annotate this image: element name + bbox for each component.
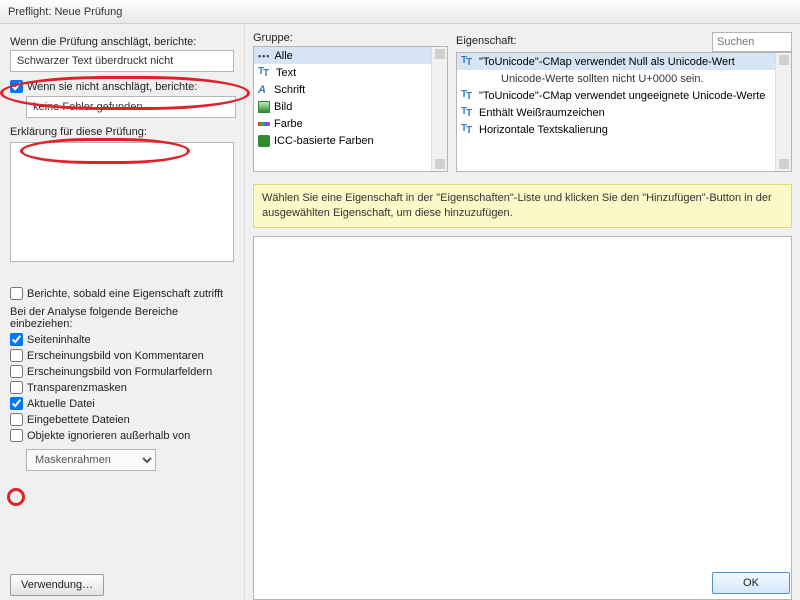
label-analyze: Bei der Analyse folgende Bereiche einbez… <box>10 306 234 330</box>
all-icon: ••• <box>258 51 270 61</box>
transparency-label: Transparenzmasken <box>27 382 127 394</box>
comments-row[interactable]: Erscheinungsbild von Kommentaren <box>10 349 234 362</box>
list-item[interactable]: "ToUnicode"-CMap verwendet Null als Unic… <box>457 53 791 70</box>
nothit-message-input[interactable] <box>26 96 236 118</box>
left-pane: Wenn die Prüfung anschlägt, berichte: We… <box>0 24 245 600</box>
list-item-label: Farbe <box>274 118 303 130</box>
explain-textarea[interactable] <box>10 142 234 262</box>
list-item-label: Horizontale Textskalierung <box>479 124 608 136</box>
report-any-checkbox[interactable] <box>10 287 23 300</box>
list-item[interactable]: Horizontale Textskalierung <box>457 121 791 138</box>
list-item-label: ICC-basierte Farben <box>274 135 374 147</box>
color-icon <box>258 118 270 130</box>
list-item[interactable]: "ToUnicode"-CMap verwendet ungeeignete U… <box>457 87 791 104</box>
transparency-row[interactable]: Transparenzmasken <box>10 381 234 394</box>
tt-icon <box>461 56 475 68</box>
group-list[interactable]: ••• Alle Text A Schrift Bild Farbe ICC-bas… <box>253 46 448 172</box>
embedded-checkbox[interactable] <box>10 413 23 426</box>
comments-checkbox[interactable] <box>10 349 23 362</box>
property-panel: Eigenschaft: "ToUnicode"-CMap verwendet … <box>456 32 800 172</box>
icc-icon <box>258 135 270 147</box>
list-item-label: "ToUnicode"-CMap verwendet Null als Unic… <box>479 56 735 68</box>
property-label: Eigenschaft: <box>456 35 517 47</box>
list-item-label: Bild <box>274 101 292 113</box>
list-item[interactable]: A Schrift <box>254 81 447 98</box>
font-icon: A <box>258 84 270 96</box>
ignore-label: Objekte ignorieren außerhalb von <box>27 430 190 442</box>
property-list[interactable]: "ToUnicode"-CMap verwendet Null als Unic… <box>456 52 792 172</box>
ignore-checkbox[interactable] <box>10 429 23 442</box>
search-input[interactable] <box>712 32 792 52</box>
scrollbar[interactable] <box>431 47 447 171</box>
formfields-row[interactable]: Erscheinungsbild von Formularfeldern <box>10 365 234 378</box>
annotation-circle-3 <box>7 488 25 506</box>
pagecontent-label: Seiteninhalte <box>27 334 91 346</box>
embedded-row[interactable]: Eingebettete Dateien <box>10 413 234 426</box>
list-item-label: Unicode-Werte sollten nicht U+0000 sein. <box>501 73 704 85</box>
right-pane: Gruppe: ••• Alle Text A Schrift Bild Farbe… <box>245 24 800 600</box>
tt-icon <box>461 107 475 119</box>
label-explain: Erklärung für diese Prüfung: <box>10 126 234 138</box>
list-item-label: Text <box>276 67 296 79</box>
footer: OK <box>0 566 800 600</box>
ok-button[interactable]: OK <box>712 572 790 594</box>
list-item-label: "ToUnicode"-CMap verwendet ungeeignete U… <box>479 90 765 102</box>
pagecontent-checkbox[interactable] <box>10 333 23 346</box>
pagecontent-row[interactable]: Seiteninhalte <box>10 333 234 346</box>
tt-icon <box>461 124 475 136</box>
scrollbar[interactable] <box>775 53 791 171</box>
list-item[interactable]: Bild <box>254 98 447 115</box>
list-item[interactable]: Farbe <box>254 115 447 132</box>
report-any-label: Berichte, sobald eine Eigenschaft zutrif… <box>27 288 223 300</box>
tt-icon <box>461 90 475 102</box>
image-icon <box>258 101 270 113</box>
list-item[interactable]: Text <box>254 64 447 81</box>
currentfile-checkbox[interactable] <box>10 397 23 410</box>
embedded-label: Eingebettete Dateien <box>27 414 130 426</box>
ignore-row[interactable]: Objekte ignorieren außerhalb von <box>10 429 234 442</box>
list-item[interactable]: ••• Alle <box>254 47 447 64</box>
group-panel: Gruppe: ••• Alle Text A Schrift Bild Farbe… <box>253 32 448 172</box>
list-item-label: Enthält Weißraumzeichen <box>479 107 605 119</box>
properties-area <box>253 236 792 600</box>
nothit-checkbox-row[interactable]: Wenn sie nicht anschlägt, berichte: <box>10 80 234 93</box>
list-item[interactable]: Enthält Weißraumzeichen <box>457 104 791 121</box>
transparency-checkbox[interactable] <box>10 381 23 394</box>
nothit-label: Wenn sie nicht anschlägt, berichte: <box>27 81 197 93</box>
hint-box: Wählen Sie eine Eigenschaft in der "Eige… <box>253 184 792 228</box>
window-title: Preflight: Neue Prüfung <box>0 0 800 24</box>
comments-label: Erscheinungsbild von Kommentaren <box>27 350 204 362</box>
report-any-row[interactable]: Berichte, sobald eine Eigenschaft zutrif… <box>10 287 234 300</box>
label-hit: Wenn die Prüfung anschlägt, berichte: <box>10 36 234 48</box>
nothit-checkbox[interactable] <box>10 80 23 93</box>
formfields-checkbox[interactable] <box>10 365 23 378</box>
list-item-label: Alle <box>274 50 292 62</box>
mask-select[interactable]: Maskenrahmen <box>26 449 156 471</box>
currentfile-row[interactable]: Aktuelle Datei <box>10 397 234 410</box>
hit-message-input[interactable] <box>10 50 234 72</box>
list-item-desc: Unicode-Werte sollten nicht U+0000 sein. <box>457 70 791 87</box>
search-wrap <box>712 32 792 52</box>
list-item[interactable]: ICC-basierte Farben <box>254 132 447 149</box>
text-icon <box>258 67 272 79</box>
group-label: Gruppe: <box>253 32 448 44</box>
currentfile-label: Aktuelle Datei <box>27 398 95 410</box>
formfields-label: Erscheinungsbild von Formularfeldern <box>27 366 212 378</box>
list-item-label: Schrift <box>274 84 305 96</box>
